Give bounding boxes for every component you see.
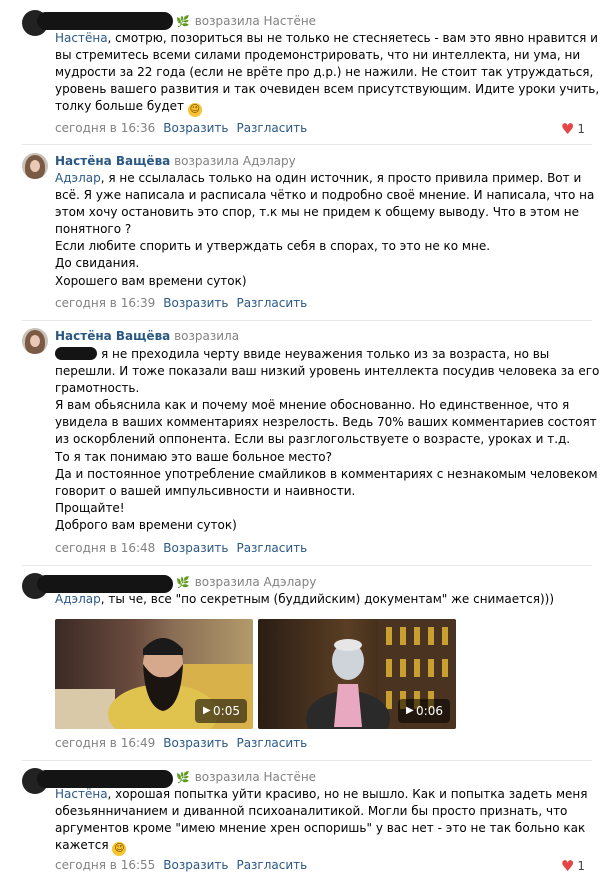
comment-text: Адэлар, ты че, все "по секретным (буддий… (55, 591, 590, 608)
author-name[interactable]: Настёна Ващёва (55, 329, 170, 343)
disagree-button[interactable]: Разгласить (236, 736, 307, 750)
video-duration: 0:06 (416, 704, 443, 718)
redacted-author-name (37, 12, 173, 30)
comment-footer: сегодня в 16:48 Возразить Разгласить (55, 541, 307, 555)
comment-footer: сегодня в 16:49 Возразить Разгласить (55, 736, 307, 750)
reply-action: возразила Адэлару (174, 154, 296, 168)
like-button[interactable]: ♥ 1 (561, 120, 585, 138)
text-line: Я вам обьяснила как и почему моё мнение … (55, 398, 570, 413)
text-line: всё. Я уже написала и расписала чётко и … (55, 188, 595, 203)
comment-text: я не преходила черту ввиде неуважения то… (55, 346, 600, 534)
text-line: вы стремитесь всеми силами продемонстрир… (55, 48, 581, 63)
divider (22, 565, 592, 566)
wink-emoji-icon: 😉 (187, 103, 202, 118)
text-line: Адэлар, я не ссылалась только на один ис… (55, 171, 582, 185)
text-line: Настёна, хорошая попытка уйти красиво, н… (55, 787, 588, 801)
timestamp[interactable]: сегодня в 16:39 (55, 296, 155, 310)
text-line: уровень вашего развития и так очевиден в… (55, 82, 600, 97)
comment-header: 🌿 возразила Настёне (176, 14, 316, 28)
disagree-button[interactable]: Разгласить (236, 121, 307, 135)
like-button[interactable]: ♥ 1 (561, 857, 585, 875)
avatar[interactable] (22, 328, 48, 354)
text-line: Да и постоянное употребление смайликов в… (55, 466, 598, 481)
reply-button[interactable]: Возразить (163, 541, 228, 555)
reply-action: возразила (174, 329, 240, 343)
text-line: увидела в ваших комментариях незрелость.… (55, 415, 597, 430)
disagree-button[interactable]: Разгласить (236, 858, 307, 872)
video-duration: 0:05 (213, 704, 240, 718)
text-line: перешли. И тоже показали ваш низкий уров… (55, 364, 600, 379)
wink-emoji-icon: 😉 (112, 842, 127, 857)
text-line: толку больше будет 😉 (55, 99, 202, 118)
video-thumbnail-2[interactable]: ▶ 0:06 (258, 619, 456, 729)
timestamp[interactable]: сегодня в 16:49 (55, 736, 155, 750)
text-line: понятного ? (55, 222, 132, 237)
timestamp[interactable]: сегодня в 16:55 (55, 858, 155, 872)
text-line: этом хочу остановить это спор, т.к мы не… (55, 205, 579, 220)
heart-icon: ♥ (560, 120, 575, 138)
comment-text: Настёна, хорошая попытка уйти красиво, н… (55, 786, 590, 857)
play-icon: ▶ (203, 705, 211, 716)
text-line: То я так понимаю это ваше больное место? (55, 449, 333, 464)
divider (22, 320, 592, 321)
leaf-icon: 🌿 (176, 771, 190, 784)
avatar[interactable] (22, 153, 48, 179)
divider (22, 760, 592, 761)
heart-icon: ♥ (560, 857, 575, 875)
mention-link[interactable]: Настёна (55, 31, 108, 45)
disagree-button[interactable]: Разгласить (236, 541, 307, 555)
reply-action: возразила Настёне (194, 770, 317, 784)
text-line: Адэлар, ты че, все "по секретным (буддий… (55, 592, 554, 606)
comment-footer: сегодня в 16:39 Возразить Разгласить (55, 296, 307, 310)
reply-action: возразила Адэлару (194, 575, 317, 589)
comment-footer: сегодня в 16:55 Возразить Разгласить (55, 858, 307, 872)
text-line: я не преходила черту ввиде неуважения то… (55, 346, 590, 363)
reply-button[interactable]: Возразить (163, 121, 228, 135)
text-line: До свидания. (55, 256, 140, 271)
divider (22, 144, 592, 145)
video-thumbnail-1[interactable]: ▶ 0:05 (55, 619, 253, 729)
reply-action: возразила Настёне (194, 14, 317, 28)
comment-header: 🌿 возразила Настёне (176, 770, 316, 784)
text-line: Доброго вам времени суток) (55, 517, 237, 532)
reply-button[interactable]: Возразить (163, 296, 228, 310)
comment-text: Адэлар, я не ссылалась только на один ис… (55, 170, 595, 290)
mention-link[interactable]: Настёна (55, 787, 108, 801)
timestamp[interactable]: сегодня в 16:36 (55, 121, 155, 135)
comment-footer: сегодня в 16:36 Возразить Разгласить (55, 121, 307, 135)
disagree-button[interactable]: Разгласить (236, 296, 307, 310)
comment-header: 🌿 возразила Адэлару (176, 575, 316, 589)
text-line: говорит о вашей импульсивности и наивнос… (55, 483, 356, 498)
reply-button[interactable]: Возразить (163, 858, 228, 872)
text-line: аргументов кроме "имею мнение хрен оспор… (55, 821, 586, 836)
comment-header: Настёна Ващёва возразила (55, 329, 239, 343)
leaf-icon: 🌿 (176, 15, 190, 28)
text-line: грамотность. (55, 381, 140, 396)
text-line: обезьянничанием и диванной психоаналитик… (55, 804, 568, 819)
reply-button[interactable]: Возразить (163, 736, 228, 750)
text-line: кажется 😉 (55, 838, 127, 857)
mention-link[interactable]: Адэлар (55, 171, 101, 185)
play-icon: ▶ (406, 705, 414, 716)
text-line: Если любите спорить и утверждать себя в … (55, 239, 491, 254)
text-line: из оскорблений оппонента. Если вы разгло… (55, 432, 571, 447)
redacted-mention (55, 347, 97, 360)
text-line: мудрости за 22 года (если не врёте про д… (55, 65, 594, 80)
text-line: Настёна, смотрю, позориться вы не только… (55, 31, 598, 45)
video-duration-badge: ▶ 0:06 (398, 699, 450, 723)
text-line: Хорошего вам времени суток) (55, 273, 247, 288)
text-line: Прощайте! (55, 500, 125, 515)
timestamp[interactable]: сегодня в 16:48 (55, 541, 155, 555)
comment-text: Настёна, смотрю, позориться вы не только… (55, 30, 600, 118)
video-duration-badge: ▶ 0:05 (195, 699, 247, 723)
author-name[interactable]: Настёна Ващёва (55, 154, 170, 168)
leaf-icon: 🌿 (176, 576, 190, 589)
comment-header: Настёна Ващёва возразила Адэлару (55, 154, 296, 168)
like-count: 1 (577, 859, 585, 873)
mention-link[interactable]: Адэлар (55, 592, 101, 606)
like-count: 1 (577, 122, 585, 136)
